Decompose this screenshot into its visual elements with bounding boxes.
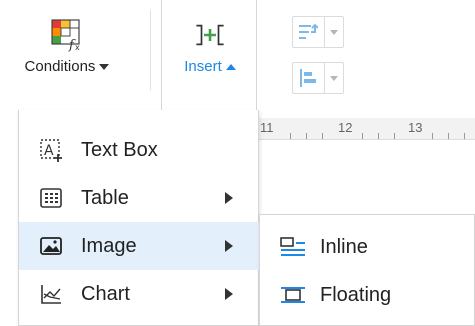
submenu-item-label: Inline [320,235,368,258]
ruler-mark: 11 [260,120,274,135]
menu-item-text-box[interactable]: A Text Box [19,126,259,174]
chevron-right-icon [225,240,233,252]
chevron-up-icon [225,63,236,70]
ruler-mark: 12 [338,120,353,135]
conditions-label: Conditions [24,58,96,75]
floating-image-icon [280,283,306,307]
menu-item-label: Chart [81,282,130,305]
chevron-right-icon [225,288,233,300]
svg-text:x: x [75,43,80,52]
menu-item-table[interactable]: Table [19,174,259,222]
chevron-right-icon [225,192,233,204]
ruler-tick [322,133,323,139]
ruler-tick [378,133,379,139]
insert-menu: A Text Box Table Image Chart [18,110,259,326]
ruler-tick [306,133,307,139]
image-submenu: Inline Floating [259,214,475,326]
ruler-tick [394,133,395,139]
menu-item-image[interactable]: Image [19,222,259,270]
chevron-down-icon [329,75,338,81]
align-dropdown[interactable] [323,63,343,93]
insert-columns-icon [193,18,227,52]
text-box-icon: A [39,138,63,162]
wrap-text-button[interactable] [292,16,344,48]
wrap-text-icon [293,17,324,47]
toolbar: f x Conditions Insert [0,0,475,110]
ruler-tick [448,133,449,139]
insert-button[interactable]: Insert [162,18,258,75]
insert-panel: Insert [161,0,257,110]
image-icon [39,234,63,258]
svg-text:A: A [44,143,54,159]
submenu-item-inline[interactable]: Inline [260,223,475,271]
align-left-icon [293,63,324,93]
ruler-tick [362,133,363,139]
table-icon [39,186,63,210]
conditional-format-icon: f x [50,18,84,53]
menu-item-chart[interactable]: Chart [19,270,259,318]
ruler-tick [432,133,433,139]
ruler-tick [464,133,465,139]
chevron-down-icon [329,29,338,35]
submenu-item-floating[interactable]: Floating [260,271,475,319]
inline-image-icon [280,235,306,259]
chevron-down-icon [99,63,110,70]
menu-item-label: Table [81,186,129,209]
ruler-mark: 13 [408,120,423,135]
menu-item-label: Text Box [81,138,158,161]
chart-icon [39,282,63,306]
toolbar-divider [150,10,151,90]
wrap-text-dropdown[interactable] [323,17,343,47]
menu-item-label: Image [81,234,137,257]
align-button[interactable] [292,62,344,94]
conditions-button[interactable]: f x Conditions [0,18,142,75]
ruler-tick [290,133,291,139]
insert-label: Insert [184,58,222,75]
submenu-item-label: Floating [320,283,392,306]
ruler: 11 12 13 [258,118,475,140]
